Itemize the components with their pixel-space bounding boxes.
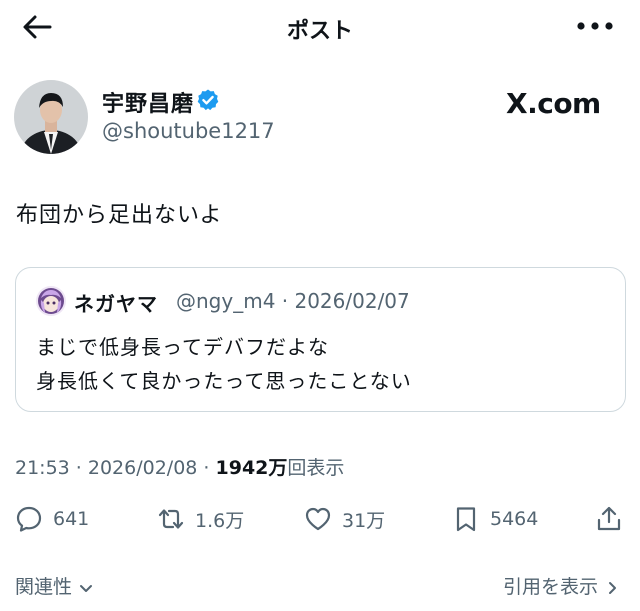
share-button[interactable] (595, 503, 623, 535)
author-handle[interactable]: @shoutube1217 (102, 119, 275, 143)
quoted-post-card[interactable]: ネガヤマ @ngy_m4 · 2026/02/07 まじで低身長ってデバフだよな… (15, 267, 626, 412)
quoted-avatar (36, 286, 66, 316)
reply-button[interactable]: 641 (15, 503, 89, 535)
reply-count: 641 (53, 508, 90, 530)
heart-icon (305, 507, 331, 531)
views-label: 回表示 (287, 457, 345, 479)
avatar-photo (14, 80, 88, 154)
show-quotes-label: 引用を表示 (502, 576, 598, 598)
share-icon (597, 506, 621, 531)
author-name[interactable]: 宇野昌磨 (102, 86, 194, 118)
chevron-down-icon (80, 584, 93, 592)
more-button[interactable] (576, 16, 614, 36)
top-bar: ポスト (0, 0, 640, 56)
like-count: 31万 (342, 509, 386, 532)
bookmark-button[interactable]: 5464 (452, 503, 538, 535)
repost-icon (158, 509, 184, 529)
xcom-watermark: X.com (506, 87, 601, 120)
show-quotes-link[interactable]: 引用を表示 (503, 572, 620, 599)
page-title: ポスト (286, 19, 353, 44)
like-button[interactable]: 31万 (304, 503, 385, 535)
quoted-avatar-image (36, 286, 66, 316)
post-metadata: 21:53 · 2026/02/08 · 1942万回表示 (15, 453, 344, 480)
more-horizontal-icon (577, 22, 613, 30)
sort-relevance-dropdown[interactable]: 関連性 (15, 572, 94, 599)
repost-button[interactable]: 1.6万 (157, 503, 244, 535)
quoted-text-line: 身長低くて良かったって思ったことない (36, 369, 412, 393)
reply-icon (16, 506, 42, 532)
quoted-text-line: まじで低身長ってデバフだよな (36, 335, 329, 359)
sort-label: 関連性 (15, 576, 73, 598)
views-count: 1942万 (215, 457, 288, 479)
post-text: 布団から足出ないよ (16, 203, 223, 228)
bookmark-icon (456, 507, 476, 532)
post-timestamp[interactable]: 21:53 · 2026/02/08 · (15, 457, 216, 479)
repost-count: 1.6万 (195, 509, 245, 532)
quoted-author-name: ネガヤマ (74, 292, 158, 316)
bookmark-count: 5464 (490, 508, 539, 530)
verified-badge-icon (197, 89, 219, 111)
chevron-right-icon (609, 581, 616, 594)
quoted-meta: @ngy_m4 · 2026/02/07 (176, 289, 410, 313)
avatar[interactable] (14, 80, 88, 154)
watermark-text: X.com (506, 87, 601, 120)
